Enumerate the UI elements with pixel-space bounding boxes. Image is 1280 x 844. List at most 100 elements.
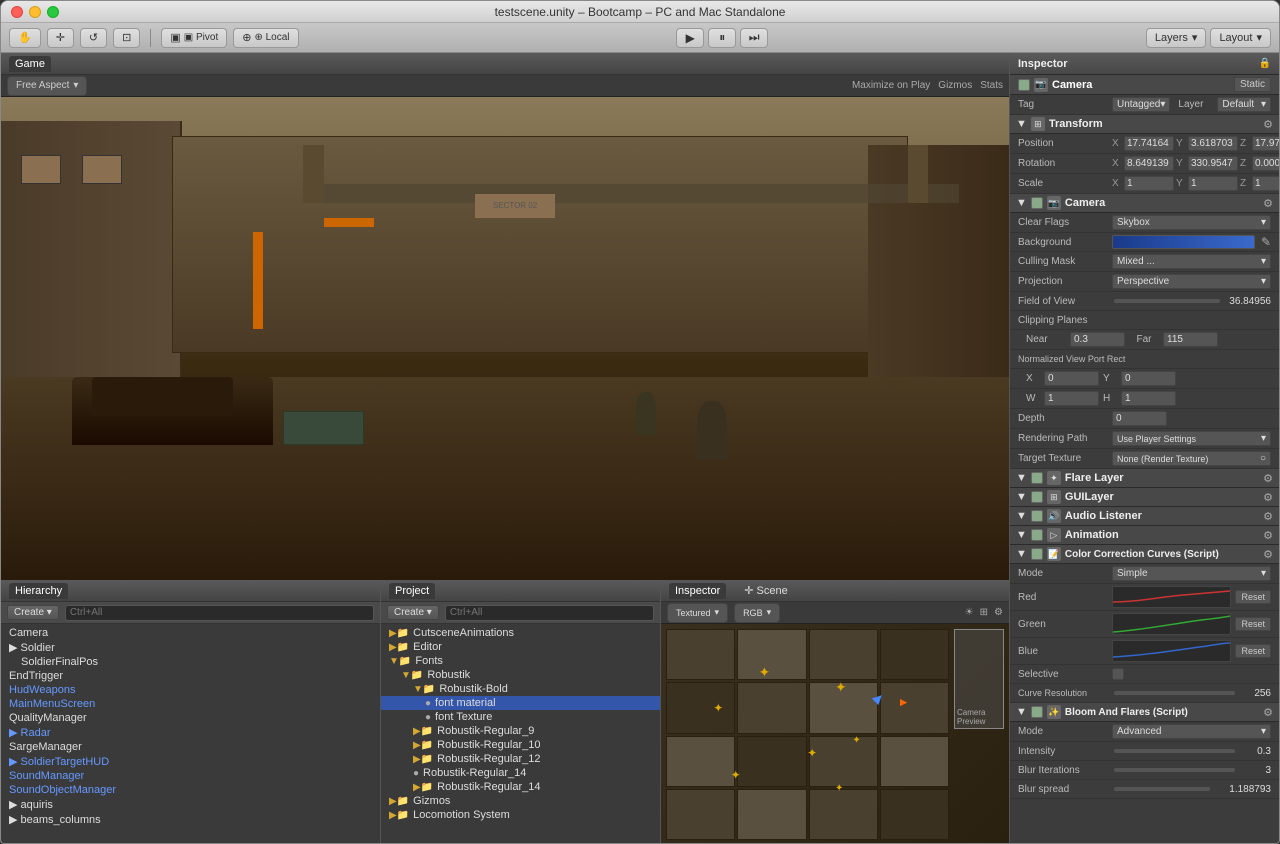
- list-item[interactable]: ▶📁 Robustik-Regular_9: [381, 724, 660, 738]
- intensity-slider[interactable]: [1114, 749, 1235, 753]
- list-item[interactable]: ▶📁 Robustik-Regular_14: [381, 780, 660, 794]
- near-field[interactable]: [1070, 332, 1125, 347]
- scale-y-field[interactable]: [1188, 176, 1238, 191]
- tab-hierarchy[interactable]: Hierarchy: [9, 583, 68, 599]
- bloom-enabled-checkbox[interactable]: [1031, 706, 1043, 718]
- vp-h-field[interactable]: [1121, 391, 1176, 406]
- layer-dropdown[interactable]: Default▾: [1217, 97, 1271, 112]
- rgb-dropdown[interactable]: RGB ▾: [734, 603, 780, 623]
- red-reset-btn[interactable]: Reset: [1235, 590, 1271, 604]
- traffic-lights[interactable]: [11, 6, 59, 18]
- camera-enabled-checkbox[interactable]: [1031, 197, 1043, 209]
- project-search[interactable]: [445, 605, 654, 621]
- list-item[interactable]: ▶ aquiris: [1, 797, 380, 812]
- move-tool-button[interactable]: ✛: [47, 28, 74, 48]
- tab-game[interactable]: Game: [9, 56, 51, 72]
- scale-tool-button[interactable]: ⊡: [113, 28, 140, 48]
- list-item[interactable]: ▶📁 Robustik-Regular_10: [381, 738, 660, 752]
- list-item[interactable]: SoldierFinalPos: [1, 655, 380, 669]
- list-item[interactable]: ▶📁 Locomotion System: [381, 808, 660, 822]
- pause-button[interactable]: ⏸: [708, 28, 736, 48]
- gui-layer-header[interactable]: ▼ ⊞ GUILayer ⚙: [1010, 488, 1279, 507]
- audio-listener-header[interactable]: ▼ 🔊 Audio Listener ⚙: [1010, 507, 1279, 526]
- audio-enabled-checkbox[interactable]: [1031, 510, 1043, 522]
- list-item[interactable]: QualityManager: [1, 711, 380, 725]
- animation-enabled-checkbox[interactable]: [1031, 529, 1043, 541]
- pos-z-field[interactable]: [1252, 136, 1279, 151]
- list-item[interactable]: ▶📁 Robustik-Regular_12: [381, 752, 660, 766]
- static-button[interactable]: Static: [1234, 77, 1271, 92]
- tab-inspector-bottom[interactable]: Inspector: [669, 583, 726, 599]
- local-button[interactable]: ⊕ ⊕ Local: [233, 28, 298, 48]
- cc-mode-dropdown[interactable]: Simple ▾: [1112, 566, 1271, 581]
- list-item[interactable]: ▶📁 Editor: [381, 640, 660, 654]
- list-item[interactable]: ▼📁 Robustik: [381, 668, 660, 682]
- minimize-button[interactable]: [29, 6, 41, 18]
- blue-curve[interactable]: [1112, 640, 1231, 662]
- bloom-mode-dropdown[interactable]: Advanced ▾: [1112, 724, 1271, 739]
- list-item[interactable]: ● Robustik-Regular_14: [381, 766, 660, 780]
- list-item[interactable]: SoundManager: [1, 769, 380, 783]
- blur-iter-slider[interactable]: [1114, 768, 1235, 772]
- green-curve[interactable]: [1112, 613, 1231, 635]
- blue-reset-btn[interactable]: Reset: [1235, 644, 1271, 658]
- depth-field[interactable]: [1112, 411, 1167, 426]
- list-item[interactable]: EndTrigger: [1, 669, 380, 683]
- eyedropper-icon[interactable]: ✎: [1261, 235, 1271, 249]
- list-item[interactable]: SargeManager: [1, 740, 380, 754]
- gui-enabled-checkbox[interactable]: [1031, 491, 1043, 503]
- bloom-header[interactable]: ▼ ✨ Bloom And Flares (Script) ⚙: [1010, 703, 1279, 722]
- rotate-tool-button[interactable]: ↺: [80, 28, 107, 48]
- list-item[interactable]: ▶📁 CutsceneAnimations: [381, 626, 660, 640]
- close-button[interactable]: [11, 6, 23, 18]
- far-field[interactable]: [1163, 332, 1218, 347]
- list-item[interactable]: ▶ SoldierTargetHUD: [1, 754, 380, 769]
- list-item[interactable]: ▶ Radar: [1, 725, 380, 740]
- pivot-button[interactable]: ▣ ▣ Pivot: [161, 28, 227, 48]
- inspector-content[interactable]: 📷 Camera Static Tag Untagged▾ Layer Defa…: [1010, 75, 1279, 844]
- scale-x-field[interactable]: [1124, 176, 1174, 191]
- play-button[interactable]: ▶: [676, 28, 704, 48]
- transform-section-header[interactable]: ▼ ⊞ Transform ⚙: [1010, 115, 1279, 134]
- tab-scene[interactable]: ✛ Scene: [738, 582, 793, 599]
- vp-w-field[interactable]: [1044, 391, 1099, 406]
- fov-slider[interactable]: [1114, 299, 1220, 303]
- rendering-path-dropdown[interactable]: Use Player Settings ▾: [1112, 431, 1271, 446]
- target-texture-dropdown[interactable]: None (Render Texture) ○: [1112, 451, 1271, 466]
- layers-dropdown[interactable]: Layers ▾: [1146, 28, 1207, 48]
- list-item[interactable]: ▶📁 Gizmos: [381, 794, 660, 808]
- list-item[interactable]: ● font Texture: [381, 710, 660, 724]
- selective-checkbox[interactable]: [1112, 668, 1124, 680]
- camera-active-checkbox[interactable]: [1018, 79, 1030, 91]
- list-item[interactable]: ▼📁 Fonts: [381, 654, 660, 668]
- flare-layer-header[interactable]: ▼ ✦ Flare Layer ⚙: [1010, 469, 1279, 488]
- list-item[interactable]: HudWeapons: [1, 683, 380, 697]
- rot-z-field[interactable]: [1252, 156, 1279, 171]
- green-reset-btn[interactable]: Reset: [1235, 617, 1271, 631]
- projection-dropdown[interactable]: Perspective ▾: [1112, 274, 1271, 289]
- pos-y-field[interactable]: [1188, 136, 1238, 151]
- blur-spread-slider[interactable]: [1114, 787, 1210, 791]
- list-item[interactable]: ▼📁 Robustik-Bold: [381, 682, 660, 696]
- project-create-btn[interactable]: Create ▾: [387, 605, 439, 620]
- animation-header[interactable]: ▼ ▷ Animation ⚙: [1010, 526, 1279, 545]
- stats-btn[interactable]: Stats: [980, 80, 1003, 91]
- list-item[interactable]: Camera: [1, 626, 380, 640]
- vp-x-field[interactable]: [1044, 371, 1099, 386]
- color-correction-header[interactable]: ▼ 📝 Color Correction Curves (Script) ⚙: [1010, 545, 1279, 564]
- list-item[interactable]: ▶ Soldier: [1, 640, 380, 655]
- red-curve[interactable]: [1112, 586, 1231, 608]
- list-item[interactable]: ▶ beams_columns: [1, 812, 380, 827]
- list-item[interactable]: MainMenuScreen: [1, 697, 380, 711]
- cc-enabled-checkbox[interactable]: [1031, 548, 1043, 560]
- pos-x-field[interactable]: [1124, 136, 1174, 151]
- hierarchy-create-btn[interactable]: Create ▾: [7, 605, 59, 620]
- layout-dropdown[interactable]: Layout ▾: [1210, 28, 1271, 48]
- hierarchy-search[interactable]: [65, 605, 374, 621]
- culling-mask-dropdown[interactable]: Mixed ... ▾: [1112, 254, 1271, 269]
- aspect-dropdown[interactable]: Free Aspect ▾: [7, 76, 87, 96]
- textured-dropdown[interactable]: Textured ▾: [667, 603, 728, 623]
- vp-y-field[interactable]: [1121, 371, 1176, 386]
- rot-y-field[interactable]: [1188, 156, 1238, 171]
- gizmos-btn[interactable]: Gizmos: [938, 80, 972, 91]
